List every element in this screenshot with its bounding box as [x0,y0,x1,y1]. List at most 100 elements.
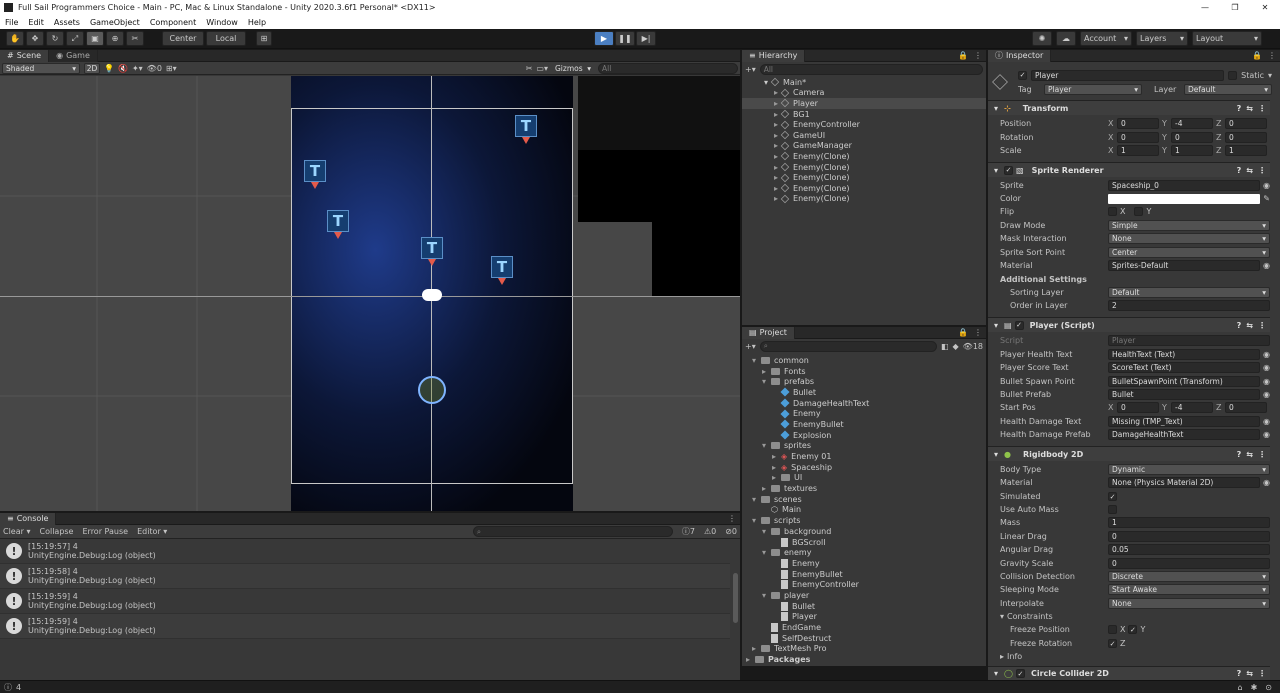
filter-label-icon[interactable]: ◆ [953,342,959,351]
object-picker-icon[interactable]: ◉ [1263,363,1270,372]
hierarchy-search-input[interactable]: All [759,63,983,75]
progress-icon[interactable]: ⌂ [1238,683,1243,692]
help-icon[interactable]: ? [1237,669,1242,678]
cloud-icon[interactable]: ☁ [1056,31,1076,46]
filter-type-icon[interactable]: ◧ [941,342,949,351]
project-item[interactable]: BGScroll [742,537,986,548]
object-picker-icon[interactable]: ◉ [1263,261,1270,270]
help-icon[interactable]: ? [1237,450,1242,459]
console-log-list[interactable]: ! [15:19:57] 4 UnityEngine.Debug:Log (obje… [0,539,730,667]
account-dropdown[interactable]: Account ▾ [1080,31,1132,46]
info-count-toggle[interactable]: ⓘ7 [682,526,695,537]
angular-drag-field[interactable]: 0.05 [1108,544,1270,556]
layer-dropdown[interactable]: Default ▾ [1184,83,1272,95]
damage-prefab-field[interactable]: DamageHealthText [1108,429,1261,441]
menu-assets[interactable]: Assets [54,18,80,27]
project-item[interactable]: EnemyBullet [742,419,986,430]
menu-dots-icon[interactable]: ⋮ [974,51,982,60]
preset-icon[interactable]: ⇆ [1246,104,1253,113]
preset-icon[interactable]: ⇆ [1246,669,1253,678]
bullet-prefab-field[interactable]: Bullet [1108,389,1261,401]
tab-game[interactable]: ◉ Game [49,49,98,62]
freeze-pos-x-checkbox[interactable] [1108,625,1117,635]
lock-icon[interactable]: 🔒 [1252,51,1262,60]
transform-tool-icon[interactable]: ⊕ [106,31,124,46]
material-field[interactable]: Sprites-Default [1108,260,1261,272]
tab-scene[interactable]: # Scene [0,49,50,62]
rotate-tool-icon[interactable]: ↻ [46,31,64,46]
scale-x-field[interactable]: 1 [1117,145,1159,157]
simulated-checkbox[interactable]: ✓ [1108,492,1117,502]
sprite-field[interactable]: Spaceship_0 [1108,180,1261,192]
pause-button[interactable]: ❚❚ [615,31,635,46]
add-icon[interactable]: +▾ [745,342,756,351]
hidden-packages-icon[interactable]: 👁18 [963,342,983,351]
grid-icon[interactable]: ⊞▾ [166,64,177,73]
menu-edit[interactable]: Edit [28,18,44,27]
status-message[interactable]: 4 [16,683,21,692]
static-checkbox[interactable] [1228,70,1238,80]
project-item[interactable]: ▾ enemy [742,547,986,558]
maximize-icon[interactable]: ❐ [1220,3,1250,12]
freeze-pos-y-checkbox[interactable]: ✓ [1128,625,1138,635]
debug-mode-icon[interactable]: ✱ [1251,683,1258,692]
project-item[interactable]: ⬡ Main [742,505,986,516]
eyedropper-icon[interactable]: ✎ [1263,194,1270,203]
object-picker-icon[interactable]: ◉ [1263,350,1270,359]
menu-dots-icon[interactable]: ⋮ [728,514,736,523]
rect-tool-icon[interactable]: ▣ [86,31,104,46]
hierarchy-item[interactable]: ▸ Enemy(Clone) [742,162,986,173]
hierarchy-item[interactable]: ▸ GameManager [742,141,986,152]
info-foldout[interactable]: Info [1007,652,1022,661]
hierarchy-item[interactable]: ▸ GameUI [742,130,986,141]
error-count-toggle[interactable]: ⊘0 [725,527,737,536]
linear-drag-field[interactable]: 0 [1108,531,1270,543]
console-search-input[interactable]: ⌕ [472,526,673,537]
active-checkbox[interactable]: ✓ [1018,70,1027,80]
color-swatch[interactable] [1108,193,1261,204]
project-item[interactable]: DamageHealthText [742,398,986,409]
player-script-enabled[interactable]: ✓ [1014,320,1024,330]
scale-y-field[interactable]: 1 [1171,145,1213,157]
circle-collider-header[interactable]: ▾ ◯ ✓ Circle Collider 2D? ⇆ ⋮ [988,666,1270,680]
scale-tool-icon[interactable]: ⤢ [66,31,84,46]
additional-settings-label[interactable]: Additional Settings [1000,275,1087,284]
tab-project[interactable]: ▤ Project [742,326,795,339]
collab-icon[interactable]: ✺ [1032,31,1052,46]
position-x-field[interactable]: 0 [1117,118,1159,130]
component-menu-icon[interactable]: ⋮ [1258,669,1266,678]
project-item[interactable]: SelfDestruct [742,633,986,644]
menu-window[interactable]: Window [206,18,238,27]
rotation-x-field[interactable]: 0 [1117,132,1159,144]
move-tool-icon[interactable]: ✥ [26,31,44,46]
tab-hierarchy[interactable]: ≡ Hierarchy [742,49,806,62]
component-menu-icon[interactable]: ⋮ [1258,166,1266,175]
pivot-local-button[interactable]: Local [206,31,246,46]
object-picker-icon[interactable]: ◉ [1263,390,1270,399]
project-item[interactable]: ▸ UI [742,473,986,484]
bullet-spawn-field[interactable]: BulletSpawnPoint (Transform) [1108,376,1261,388]
sorting-layer-dropdown[interactable]: Default ▾ [1108,287,1270,299]
project-item[interactable]: ▾ sprites [742,441,986,452]
hierarchy-item[interactable]: ▸ Player [742,98,986,109]
enemy-sprite[interactable]: T [327,210,349,232]
mask-interaction-dropdown[interactable]: None ▾ [1108,233,1270,245]
close-icon[interactable]: ✕ [1250,3,1280,12]
start-z-field[interactable]: 0 [1225,402,1267,414]
damage-text-field[interactable]: Missing (TMP_Text) [1108,416,1261,428]
console-log-row[interactable]: ! [15:19:59] 4 UnityEngine.Debug:Log (obje… [0,589,730,614]
menu-file[interactable]: File [5,18,18,27]
tab-console[interactable]: ≡ Console [0,512,57,525]
start-y-field[interactable]: -4 [1171,402,1213,414]
gravity-scale-field[interactable]: 0 [1108,558,1270,570]
menu-help[interactable]: Help [248,18,266,27]
hierarchy-item[interactable]: ▸ Enemy(Clone) [742,172,986,183]
clear-button[interactable]: Clear ▾ [3,527,30,536]
position-z-field[interactable]: 0 [1225,118,1267,130]
object-picker-icon[interactable]: ◉ [1263,430,1270,439]
project-item[interactable]: EnemyController [742,579,986,590]
mass-field[interactable]: 1 [1108,517,1270,529]
game-ui-sprite[interactable]: T [515,115,537,137]
scene-search-input[interactable]: All [598,62,738,74]
order-in-layer-field[interactable]: 2 [1108,300,1270,312]
